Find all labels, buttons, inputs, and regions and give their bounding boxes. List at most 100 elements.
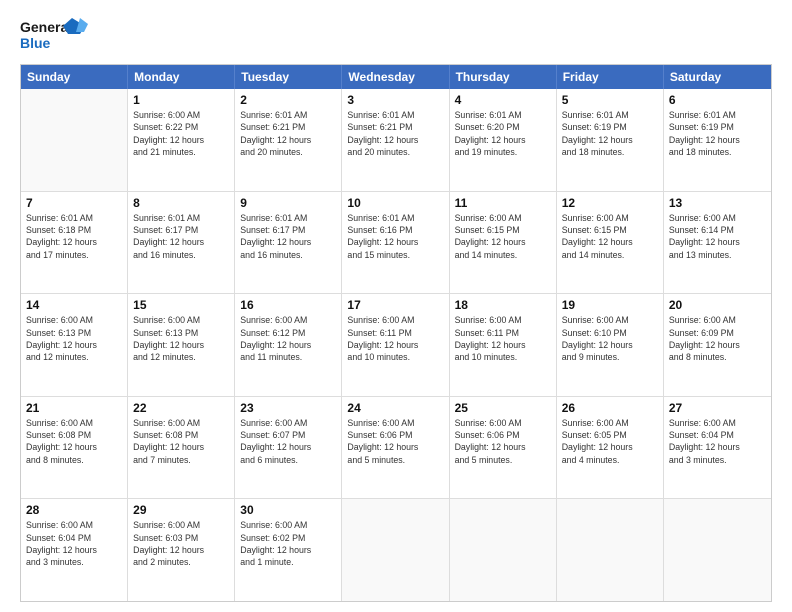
day-cell-19: 19Sunrise: 6:00 AMSunset: 6:10 PMDayligh…: [557, 294, 664, 396]
day-info: Sunrise: 6:01 AMSunset: 6:16 PMDaylight:…: [347, 212, 443, 261]
day-info: Sunrise: 6:00 AMSunset: 6:08 PMDaylight:…: [26, 417, 122, 466]
day-info: Sunrise: 6:00 AMSunset: 6:13 PMDaylight:…: [133, 314, 229, 363]
day-info: Sunrise: 6:00 AMSunset: 6:03 PMDaylight:…: [133, 519, 229, 568]
day-info: Sunrise: 6:00 AMSunset: 6:05 PMDaylight:…: [562, 417, 658, 466]
day-info: Sunrise: 6:00 AMSunset: 6:02 PMDaylight:…: [240, 519, 336, 568]
day-number: 8: [133, 196, 229, 210]
day-cell-3: 3 Sunrise: 6:01 AMSunset: 6:21 PMDaylight…: [342, 89, 449, 191]
day-number: 10: [347, 196, 443, 210]
day-number: 11: [455, 196, 551, 210]
calendar-row-1: 1 Sunrise: 6:00 AMSunset: 6:22 PMDaylight…: [21, 89, 771, 191]
day-number: 19: [562, 298, 658, 312]
day-info: Sunrise: 6:01 AMSunset: 6:17 PMDaylight:…: [133, 212, 229, 261]
calendar-row-3: 14 Sunrise: 6:00 AMSunset: 6:13 PMDayligh…: [21, 293, 771, 396]
day-number: 6: [669, 93, 766, 107]
day-cell-11: 11Sunrise: 6:00 AMSunset: 6:15 PMDayligh…: [450, 192, 557, 294]
empty-cell: [21, 89, 128, 191]
header-day-friday: Friday: [557, 65, 664, 89]
day-cell-12: 12 Sunrise: 6:00 AMSunset: 6:15 PMDayligh…: [557, 192, 664, 294]
day-number: 20: [669, 298, 766, 312]
empty-cell: [342, 499, 449, 601]
calendar-header: SundayMondayTuesdayWednesdayThursdayFrid…: [21, 65, 771, 89]
day-cell-4: 4 Sunrise: 6:01 AMSunset: 6:20 PMDaylight…: [450, 89, 557, 191]
header-day-monday: Monday: [128, 65, 235, 89]
day-info: Sunrise: 6:01 AMSunset: 6:17 PMDaylight:…: [240, 212, 336, 261]
day-info: Sunrise: 6:00 AMSunset: 6:09 PMDaylight:…: [669, 314, 766, 363]
day-number: 15: [133, 298, 229, 312]
day-number: 24: [347, 401, 443, 415]
day-cell-20: 20 Sunrise: 6:00 AMSunset: 6:09 PMDayligh…: [664, 294, 771, 396]
day-number: 1: [133, 93, 229, 107]
page: GeneralBlue SundayMondayTuesdayWednesday…: [0, 0, 792, 612]
header-day-wednesday: Wednesday: [342, 65, 449, 89]
day-cell-15: 15 Sunrise: 6:00 AMSunset: 6:13 PMDayligh…: [128, 294, 235, 396]
calendar-row-2: 7 Sunrise: 6:01 AMSunset: 6:18 PMDaylight…: [21, 191, 771, 294]
header: GeneralBlue: [20, 16, 772, 54]
day-info: Sunrise: 6:01 AMSunset: 6:19 PMDaylight:…: [669, 109, 766, 158]
day-info: Sunrise: 6:01 AMSunset: 6:18 PMDaylight:…: [26, 212, 122, 261]
day-number: 12: [562, 196, 658, 210]
day-info: Sunrise: 6:00 AMSunset: 6:15 PMDaylight:…: [562, 212, 658, 261]
logo-svg: GeneralBlue: [20, 16, 90, 54]
day-number: 23: [240, 401, 336, 415]
day-info: Sunrise: 6:00 AMSunset: 6:04 PMDaylight:…: [669, 417, 766, 466]
day-number: 29: [133, 503, 229, 517]
day-info: Sunrise: 6:00 AMSunset: 6:13 PMDaylight:…: [26, 314, 122, 363]
empty-cell: [664, 499, 771, 601]
day-number: 26: [562, 401, 658, 415]
day-cell-14: 14 Sunrise: 6:00 AMSunset: 6:13 PMDayligh…: [21, 294, 128, 396]
day-info: Sunrise: 6:00 AMSunset: 6:04 PMDaylight:…: [26, 519, 122, 568]
day-number: 13: [669, 196, 766, 210]
day-cell-27: 27 Sunrise: 6:00 AMSunset: 6:04 PMDayligh…: [664, 397, 771, 499]
empty-cell: [450, 499, 557, 601]
day-info: Sunrise: 6:00 AMSunset: 6:14 PMDaylight:…: [669, 212, 766, 261]
day-info: Sunrise: 6:01 AMSunset: 6:21 PMDaylight:…: [347, 109, 443, 158]
calendar-body: 1 Sunrise: 6:00 AMSunset: 6:22 PMDaylight…: [21, 89, 771, 601]
day-info: Sunrise: 6:00 AMSunset: 6:12 PMDaylight:…: [240, 314, 336, 363]
day-cell-8: 8 Sunrise: 6:01 AMSunset: 6:17 PMDaylight…: [128, 192, 235, 294]
svg-text:Blue: Blue: [20, 35, 51, 51]
day-number: 28: [26, 503, 122, 517]
day-info: Sunrise: 6:01 AMSunset: 6:19 PMDaylight:…: [562, 109, 658, 158]
day-number: 30: [240, 503, 336, 517]
day-cell-6: 6 Sunrise: 6:01 AMSunset: 6:19 PMDaylight…: [664, 89, 771, 191]
day-number: 4: [455, 93, 551, 107]
day-info: Sunrise: 6:00 AMSunset: 6:22 PMDaylight:…: [133, 109, 229, 158]
day-number: 7: [26, 196, 122, 210]
day-number: 5: [562, 93, 658, 107]
calendar-row-5: 28 Sunrise: 6:00 AMSunset: 6:04 PMDayligh…: [21, 498, 771, 601]
day-cell-22: 22Sunrise: 6:00 AMSunset: 6:08 PMDayligh…: [128, 397, 235, 499]
calendar: SundayMondayTuesdayWednesdayThursdayFrid…: [20, 64, 772, 602]
day-cell-28: 28 Sunrise: 6:00 AMSunset: 6:04 PMDayligh…: [21, 499, 128, 601]
day-number: 21: [26, 401, 122, 415]
day-number: 18: [455, 298, 551, 312]
day-number: 27: [669, 401, 766, 415]
day-info: Sunrise: 6:00 AMSunset: 6:06 PMDaylight:…: [347, 417, 443, 466]
day-number: 22: [133, 401, 229, 415]
day-cell-1: 1 Sunrise: 6:00 AMSunset: 6:22 PMDaylight…: [128, 89, 235, 191]
header-day-saturday: Saturday: [664, 65, 771, 89]
header-day-sunday: Sunday: [21, 65, 128, 89]
day-cell-29: 29 Sunrise: 6:00 AMSunset: 6:03 PMDayligh…: [128, 499, 235, 601]
day-info: Sunrise: 6:00 AMSunset: 6:06 PMDaylight:…: [455, 417, 551, 466]
day-cell-9: 9 Sunrise: 6:01 AMSunset: 6:17 PMDaylight…: [235, 192, 342, 294]
day-cell-2: 2Sunrise: 6:01 AMSunset: 6:21 PMDaylight…: [235, 89, 342, 191]
logo: GeneralBlue: [20, 16, 90, 54]
day-cell-26: 26 Sunrise: 6:00 AMSunset: 6:05 PMDayligh…: [557, 397, 664, 499]
day-cell-7: 7 Sunrise: 6:01 AMSunset: 6:18 PMDaylight…: [21, 192, 128, 294]
day-cell-17: 17Sunrise: 6:00 AMSunset: 6:11 PMDayligh…: [342, 294, 449, 396]
day-number: 14: [26, 298, 122, 312]
day-cell-25: 25Sunrise: 6:00 AMSunset: 6:06 PMDayligh…: [450, 397, 557, 499]
day-info: Sunrise: 6:01 AMSunset: 6:21 PMDaylight:…: [240, 109, 336, 158]
day-info: Sunrise: 6:00 AMSunset: 6:11 PMDaylight:…: [455, 314, 551, 363]
day-cell-18: 18 Sunrise: 6:00 AMSunset: 6:11 PMDayligh…: [450, 294, 557, 396]
header-day-tuesday: Tuesday: [235, 65, 342, 89]
day-info: Sunrise: 6:01 AMSunset: 6:20 PMDaylight:…: [455, 109, 551, 158]
day-number: 3: [347, 93, 443, 107]
day-cell-16: 16 Sunrise: 6:00 AMSunset: 6:12 PMDayligh…: [235, 294, 342, 396]
day-number: 9: [240, 196, 336, 210]
day-number: 16: [240, 298, 336, 312]
day-info: Sunrise: 6:00 AMSunset: 6:11 PMDaylight:…: [347, 314, 443, 363]
day-info: Sunrise: 6:00 AMSunset: 6:07 PMDaylight:…: [240, 417, 336, 466]
header-day-thursday: Thursday: [450, 65, 557, 89]
